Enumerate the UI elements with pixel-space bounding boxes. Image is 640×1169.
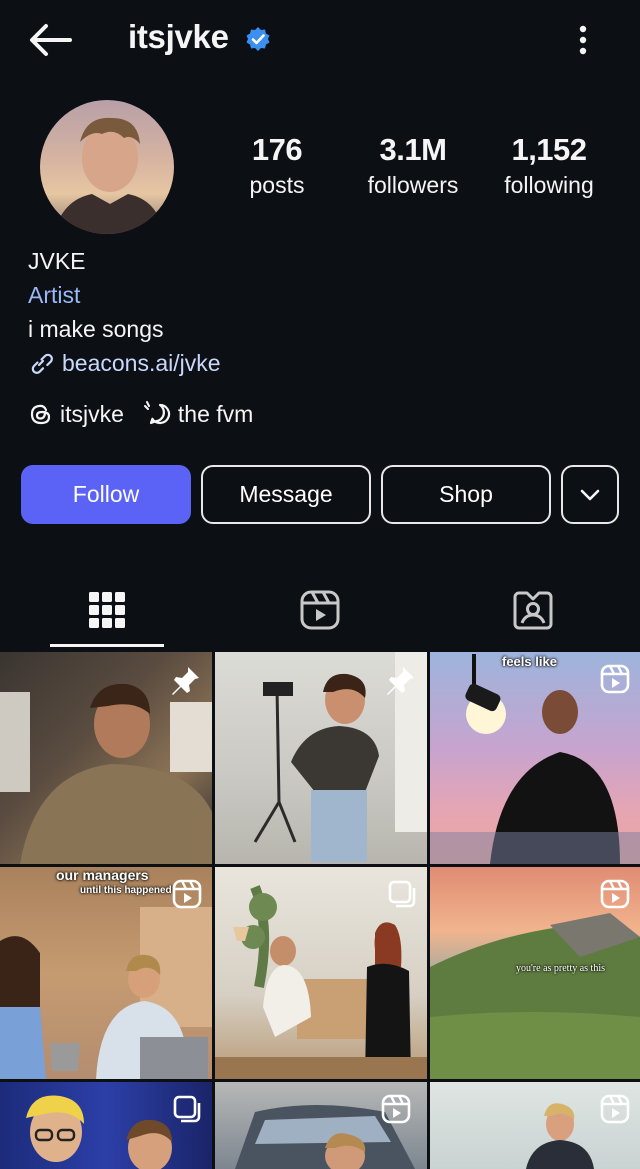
post-caption: our managers	[56, 867, 149, 883]
display-name: JVKE	[28, 248, 86, 274]
post-tile[interactable]	[215, 1082, 427, 1169]
post-caption-secondary: until this happened	[80, 885, 172, 896]
threads-chip[interactable]: itsjvke	[28, 401, 124, 428]
shop-button[interactable]: Shop	[381, 465, 551, 524]
post-tile[interactable]	[0, 652, 212, 864]
pin-icon	[168, 664, 202, 703]
profile-username: itsjvke	[128, 18, 229, 55]
followers-count: 3.1M	[379, 132, 447, 167]
link-icon	[31, 353, 53, 374]
channel-chip[interactable]: the fvm	[143, 400, 254, 428]
reel-icon	[381, 1094, 411, 1129]
profile-chips: itsjvke the fvm	[28, 398, 273, 430]
following-count: 1,152	[511, 132, 587, 167]
message-button[interactable]: Message	[201, 465, 371, 524]
following-stat[interactable]: 1,152 following	[494, 132, 604, 202]
pin-icon	[383, 664, 417, 703]
posts-stat: 176 posts	[232, 132, 322, 202]
top-bar: itsjvke	[0, 0, 640, 80]
post-tile[interactable]	[215, 652, 427, 864]
following-label: following	[504, 172, 594, 198]
profile-avatar[interactable]	[40, 100, 174, 234]
profile-tabs	[0, 572, 640, 648]
tab-tagged[interactable]	[426, 572, 639, 648]
posts-grid-icon	[88, 592, 125, 628]
reel-icon	[600, 1094, 630, 1129]
more-options-icon[interactable]	[566, 20, 600, 60]
follow-button[interactable]: Follow	[21, 465, 191, 524]
post-tile[interactable]: our managers until this happened	[0, 867, 212, 1079]
broadcast-channel-icon	[143, 401, 170, 425]
post-caption: you're as pretty as this	[516, 963, 606, 974]
back-arrow-icon[interactable]	[26, 20, 74, 60]
bio-text: i make songs	[28, 316, 164, 342]
post-tile[interactable]	[215, 867, 427, 1079]
channel-name: the fvm	[177, 400, 254, 427]
profile-category: Artist	[28, 282, 81, 308]
posts-label: posts	[249, 172, 305, 198]
suggested-accounts-button[interactable]	[561, 465, 619, 524]
active-tab-indicator	[50, 644, 164, 647]
reel-icon	[172, 879, 202, 914]
chevron-down-icon	[580, 489, 600, 500]
post-tile[interactable]: feels like	[430, 652, 640, 864]
post-tile[interactable]	[430, 1082, 640, 1169]
bio-link[interactable]: beacons.ai/jvke	[28, 348, 221, 378]
carousel-icon	[387, 879, 417, 914]
tab-posts[interactable]	[0, 572, 213, 648]
reel-icon	[600, 879, 630, 914]
carousel-icon	[172, 1094, 202, 1129]
tab-reels[interactable]	[213, 572, 426, 648]
post-tile[interactable]: you're as pretty as this	[430, 867, 640, 1079]
verified-badge-icon	[245, 26, 271, 52]
reels-icon	[300, 590, 339, 630]
tagged-icon	[513, 591, 552, 630]
bio-link-text: beacons.ai/jvke	[62, 349, 221, 376]
post-caption: feels like	[502, 654, 557, 669]
threads-handle: itsjvke	[60, 400, 124, 427]
followers-stat[interactable]: 3.1M followers	[352, 132, 474, 202]
followers-label: followers	[367, 172, 459, 198]
posts-grid: feels like our managers until this happe…	[0, 652, 640, 1169]
reel-icon	[600, 664, 630, 699]
posts-count: 176	[251, 132, 303, 167]
threads-icon	[30, 404, 51, 425]
post-tile[interactable]	[0, 1082, 212, 1169]
